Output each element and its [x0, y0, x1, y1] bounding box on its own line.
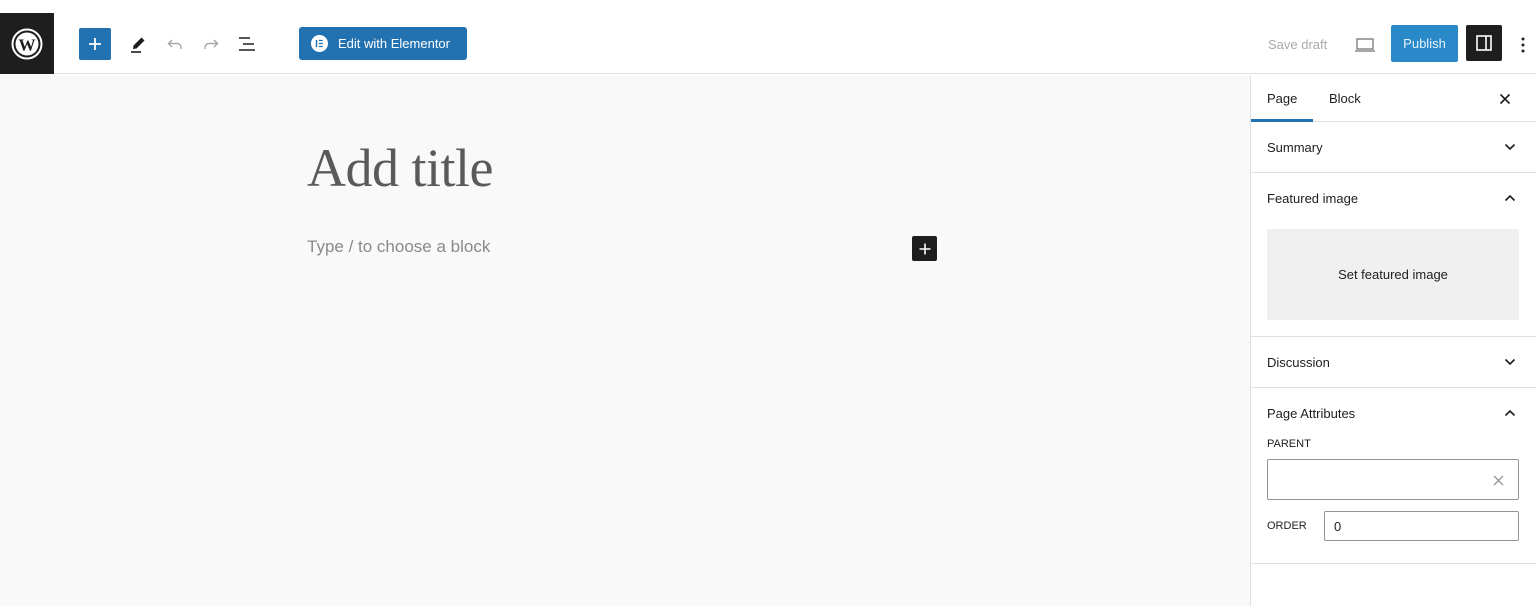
inline-add-block-button[interactable] [912, 236, 937, 261]
list-view-button[interactable] [231, 28, 263, 60]
editor-canvas: Add title Type / to choose a block [0, 75, 1250, 606]
plus-icon [89, 38, 101, 50]
add-block-button[interactable] [79, 28, 111, 60]
wordpress-logo-icon: W [11, 28, 43, 59]
chevron-down-icon [1502, 354, 1518, 370]
summary-panel: Summary [1251, 122, 1536, 173]
redo-button[interactable] [195, 28, 227, 60]
summary-panel-title: Summary [1267, 139, 1323, 155]
list-view-icon [239, 37, 255, 51]
post-title-input[interactable]: Add title [307, 137, 493, 199]
tools-button[interactable] [122, 28, 154, 60]
featured-image-panel-toggle[interactable]: Featured image [1251, 173, 1536, 223]
editor-toolbar: W Edit with Elementor Save draft Publish [0, 0, 1536, 74]
parent-page-combobox[interactable] [1267, 459, 1519, 500]
wordpress-logo-button[interactable]: W [0, 13, 54, 74]
pen-icon [131, 37, 145, 53]
chevron-down-icon [1502, 139, 1518, 155]
redo-icon [204, 39, 219, 49]
tab-block[interactable]: Block [1329, 75, 1361, 122]
page-attributes-panel-toggle[interactable]: Page Attributes [1251, 388, 1536, 438]
preview-icon [1355, 37, 1375, 52]
sidebar-tabs: Page Block [1251, 75, 1536, 122]
discussion-panel: Discussion [1251, 337, 1536, 388]
elementor-button-label: Edit with Elementor [338, 36, 450, 51]
undo-icon [167, 39, 182, 49]
parent-label: PARENT [1267, 438, 1311, 450]
discussion-panel-title: Discussion [1267, 354, 1330, 370]
close-sidebar-button[interactable] [1493, 87, 1517, 111]
clear-icon[interactable] [1490, 472, 1506, 488]
save-draft-button[interactable]: Save draft [1262, 28, 1333, 61]
summary-panel-toggle[interactable]: Summary [1251, 122, 1536, 172]
order-label: ORDER [1267, 520, 1307, 532]
order-row: ORDER [1251, 511, 1536, 543]
chevron-up-icon [1502, 405, 1518, 421]
set-featured-image-button[interactable]: Set featured image [1267, 229, 1519, 320]
page-attributes-panel: Page Attributes PARENT ORDER [1251, 388, 1536, 564]
undo-button[interactable] [159, 28, 191, 60]
featured-image-panel: Featured image Set featured image [1251, 173, 1536, 337]
plus-icon [919, 243, 930, 254]
edit-with-elementor-button[interactable]: Edit with Elementor [299, 27, 467, 60]
wordpress-block-editor: W Edit with Elementor Save draft Publish… [0, 0, 1536, 606]
svg-text:W: W [19, 35, 36, 54]
featured-image-panel-title: Featured image [1267, 190, 1359, 206]
order-input[interactable] [1324, 511, 1519, 541]
close-icon [1499, 93, 1511, 105]
block-appender-placeholder[interactable]: Type / to choose a block [307, 237, 490, 257]
tab-page[interactable]: Page [1267, 75, 1299, 122]
publish-button[interactable]: Publish [1391, 25, 1458, 62]
discussion-panel-toggle[interactable]: Discussion [1251, 337, 1536, 387]
more-vertical-icon [1521, 37, 1525, 52]
options-menu-button[interactable] [1512, 28, 1534, 61]
settings-sidebar: Page Block Summary Featured image Set fe… [1250, 75, 1536, 606]
chevron-up-icon [1502, 190, 1518, 206]
settings-toggle-button[interactable] [1466, 25, 1502, 61]
preview-button[interactable] [1350, 28, 1380, 61]
page-attributes-panel-title: Page Attributes [1267, 405, 1356, 421]
sidebar-toggle-icon [1476, 35, 1492, 51]
elementor-icon [311, 35, 328, 52]
